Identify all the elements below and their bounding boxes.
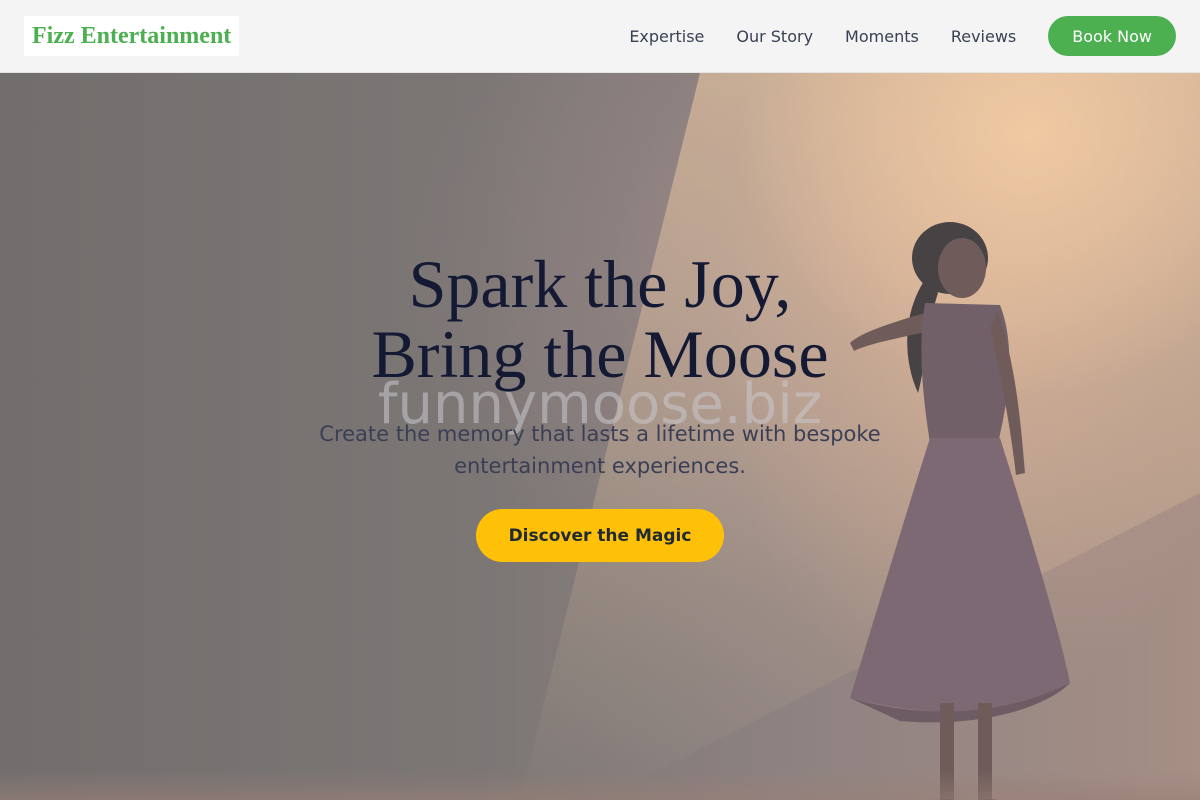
nav-link-our-story[interactable]: Our Story (736, 27, 813, 46)
nav-link-reviews[interactable]: Reviews (951, 27, 1016, 46)
hero-subtitle: Create the memory that lasts a lifetime … (319, 422, 881, 478)
hero-section: Spark the Joy, Bring the Moose funnymoos… (0, 73, 1200, 800)
site-header: Fizz Entertainment Expertise Our Story M… (0, 0, 1200, 73)
nav-link-expertise[interactable]: Expertise (629, 27, 704, 46)
book-now-button[interactable]: Book Now (1048, 16, 1176, 56)
site-logo[interactable]: Fizz Entertainment (24, 16, 240, 56)
discover-magic-button[interactable]: Discover the Magic (476, 509, 724, 562)
hero-content: Spark the Joy, Bring the Moose funnymoos… (0, 73, 1200, 800)
hero-title: Spark the Joy, Bring the Moose (200, 249, 1000, 389)
main-nav: Expertise Our Story Moments Reviews Book… (629, 16, 1176, 56)
hero-title-line-1: Spark the Joy, (408, 246, 792, 322)
nav-link-moments[interactable]: Moments (845, 27, 919, 46)
